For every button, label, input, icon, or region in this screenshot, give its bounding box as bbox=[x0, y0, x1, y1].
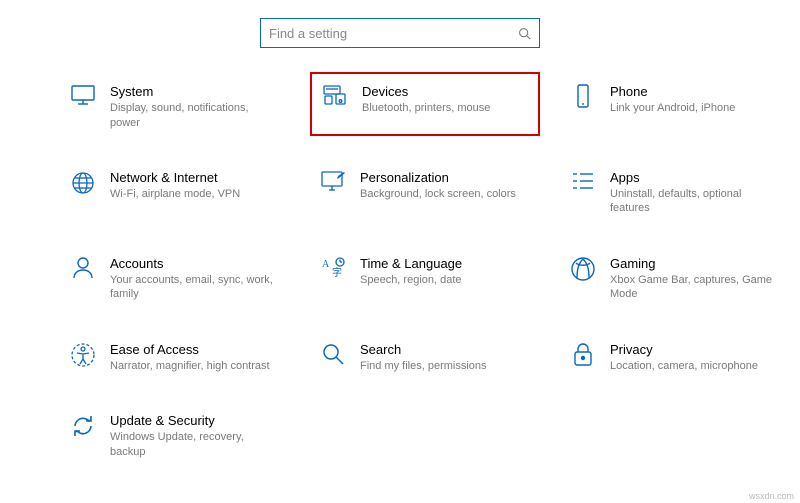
tile-title: Accounts bbox=[110, 256, 278, 272]
tile-title: Privacy bbox=[610, 342, 758, 358]
tile-title: Update & Security bbox=[110, 413, 278, 429]
search-box[interactable] bbox=[260, 18, 540, 48]
tile-title: Apps bbox=[610, 170, 778, 186]
tile-desc: Find my files, permissions bbox=[360, 359, 487, 373]
svg-text:字: 字 bbox=[332, 266, 342, 279]
tile-phone[interactable]: Phone Link your Android, iPhone bbox=[560, 78, 790, 136]
settings-grid: System Display, sound, notifications, po… bbox=[0, 78, 800, 465]
tile-title: Search bbox=[360, 342, 487, 358]
search-input[interactable] bbox=[269, 26, 518, 41]
tile-desc: Location, camera, microphone bbox=[610, 359, 758, 373]
tile-search[interactable]: Search Find my files, permissions bbox=[310, 336, 540, 380]
tile-desc: Windows Update, recovery, backup bbox=[110, 430, 278, 459]
tile-desc: Background, lock screen, colors bbox=[360, 187, 516, 201]
system-icon bbox=[66, 84, 100, 112]
tile-desc: Your accounts, email, sync, work, family bbox=[110, 273, 278, 302]
tile-title: Network & Internet bbox=[110, 170, 240, 186]
tile-title: Ease of Access bbox=[110, 342, 270, 358]
tile-gaming[interactable]: Gaming Xbox Game Bar, captures, Game Mod… bbox=[560, 250, 790, 308]
tile-update-security[interactable]: Update & Security Windows Update, recove… bbox=[60, 407, 290, 465]
apps-icon bbox=[566, 170, 600, 198]
tile-accounts[interactable]: Accounts Your accounts, email, sync, wor… bbox=[60, 250, 290, 308]
tile-desc: Uninstall, defaults, optional features bbox=[610, 187, 778, 216]
tile-desc: Wi-Fi, airplane mode, VPN bbox=[110, 187, 240, 201]
devices-icon bbox=[318, 84, 352, 112]
gaming-icon bbox=[566, 256, 600, 284]
tile-title: Gaming bbox=[610, 256, 778, 272]
tile-title: Time & Language bbox=[360, 256, 462, 272]
tile-title: Phone bbox=[610, 84, 735, 100]
ease-of-access-icon bbox=[66, 342, 100, 370]
phone-icon bbox=[566, 84, 600, 112]
tile-title: Personalization bbox=[360, 170, 516, 186]
accounts-icon bbox=[66, 256, 100, 284]
tile-network[interactable]: Network & Internet Wi-Fi, airplane mode,… bbox=[60, 164, 290, 222]
tile-desc: Xbox Game Bar, captures, Game Mode bbox=[610, 273, 778, 302]
tile-desc: Link your Android, iPhone bbox=[610, 101, 735, 115]
watermark: wsxdn.com bbox=[749, 491, 794, 501]
tile-personalization[interactable]: Personalization Background, lock screen,… bbox=[310, 164, 540, 222]
tile-privacy[interactable]: Privacy Location, camera, microphone bbox=[560, 336, 790, 380]
tile-time-language[interactable]: A 字 Time & Language Speech, region, date bbox=[310, 250, 540, 308]
svg-text:A: A bbox=[322, 259, 330, 270]
tile-desc: Display, sound, notifications, power bbox=[110, 101, 278, 130]
tile-title: System bbox=[110, 84, 278, 100]
tile-ease-of-access[interactable]: Ease of Access Narrator, magnifier, high… bbox=[60, 336, 290, 380]
search-icon bbox=[518, 27, 531, 40]
search-tile-icon bbox=[316, 342, 350, 370]
tile-desc: Narrator, magnifier, high contrast bbox=[110, 359, 270, 373]
tile-apps[interactable]: Apps Uninstall, defaults, optional featu… bbox=[560, 164, 790, 222]
personalization-icon bbox=[316, 170, 350, 198]
network-icon bbox=[66, 170, 100, 198]
tile-desc: Speech, region, date bbox=[360, 273, 462, 287]
privacy-icon bbox=[566, 342, 600, 370]
tile-title: Devices bbox=[362, 84, 490, 100]
tile-desc: Bluetooth, printers, mouse bbox=[362, 101, 490, 115]
time-language-icon: A 字 bbox=[316, 256, 350, 284]
tile-devices[interactable]: Devices Bluetooth, printers, mouse bbox=[310, 72, 540, 136]
update-security-icon bbox=[66, 413, 100, 441]
tile-system[interactable]: System Display, sound, notifications, po… bbox=[60, 78, 290, 136]
